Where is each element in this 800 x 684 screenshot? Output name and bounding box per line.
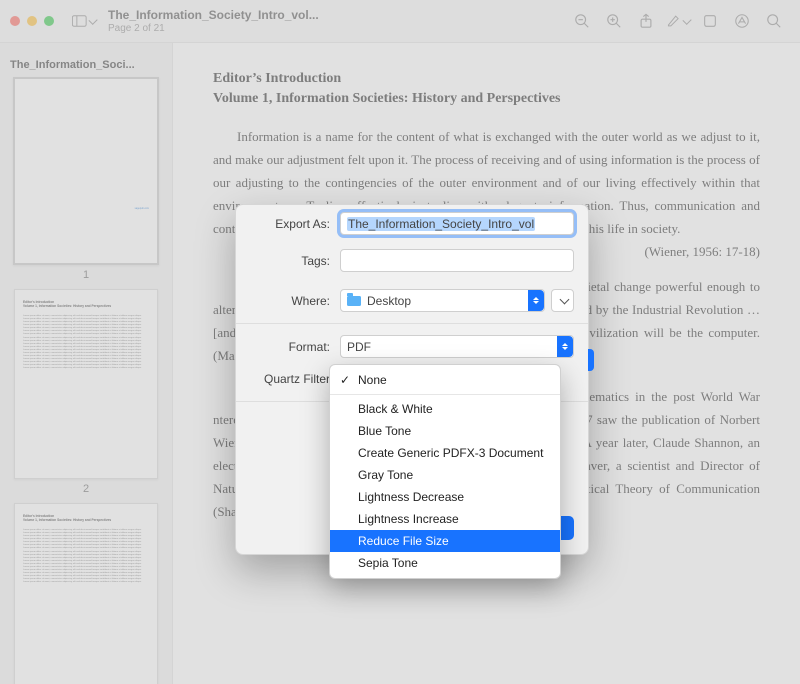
where-disclosure-button[interactable] xyxy=(551,289,574,312)
quartz-option-none[interactable]: ✓None xyxy=(330,369,560,391)
export-as-label: Export As: xyxy=(250,217,330,231)
quartz-option-black-white[interactable]: Black & White xyxy=(330,398,560,420)
quartz-option-blue-tone[interactable]: Blue Tone xyxy=(330,420,560,442)
quartz-option-create-generic-pdfx-3-document[interactable]: Create Generic PDFX-3 Document xyxy=(330,442,560,464)
quartz-filter-popup-edge[interactable] xyxy=(588,349,594,371)
format-label: Format: xyxy=(250,340,330,354)
updown-stepper-icon xyxy=(528,290,544,311)
tags-input[interactable] xyxy=(340,249,574,272)
quartz-option-lightness-increase[interactable]: Lightness Increase xyxy=(330,508,560,530)
quartz-option-sepia-tone[interactable]: Sepia Tone xyxy=(330,552,560,574)
where-popup[interactable]: Desktop xyxy=(340,289,545,312)
where-label: Where: xyxy=(250,294,330,308)
quartz-filter-label: Quartz Filter xyxy=(250,372,330,386)
quartz-option-reduce-file-size[interactable]: Reduce File Size xyxy=(330,530,560,552)
quartz-option-lightness-decrease[interactable]: Lightness Decrease xyxy=(330,486,560,508)
quartz-filter-menu[interactable]: ✓None Black & WhiteBlue ToneCreate Generi… xyxy=(329,364,561,579)
quartz-option-gray-tone[interactable]: Gray Tone xyxy=(330,464,560,486)
folder-icon xyxy=(347,296,361,306)
updown-stepper-icon xyxy=(557,336,573,357)
format-popup[interactable]: PDF xyxy=(340,335,574,358)
export-filename-input[interactable]: The_Information_Society_Intro_vol xyxy=(340,212,574,235)
tags-label: Tags: xyxy=(250,254,330,268)
